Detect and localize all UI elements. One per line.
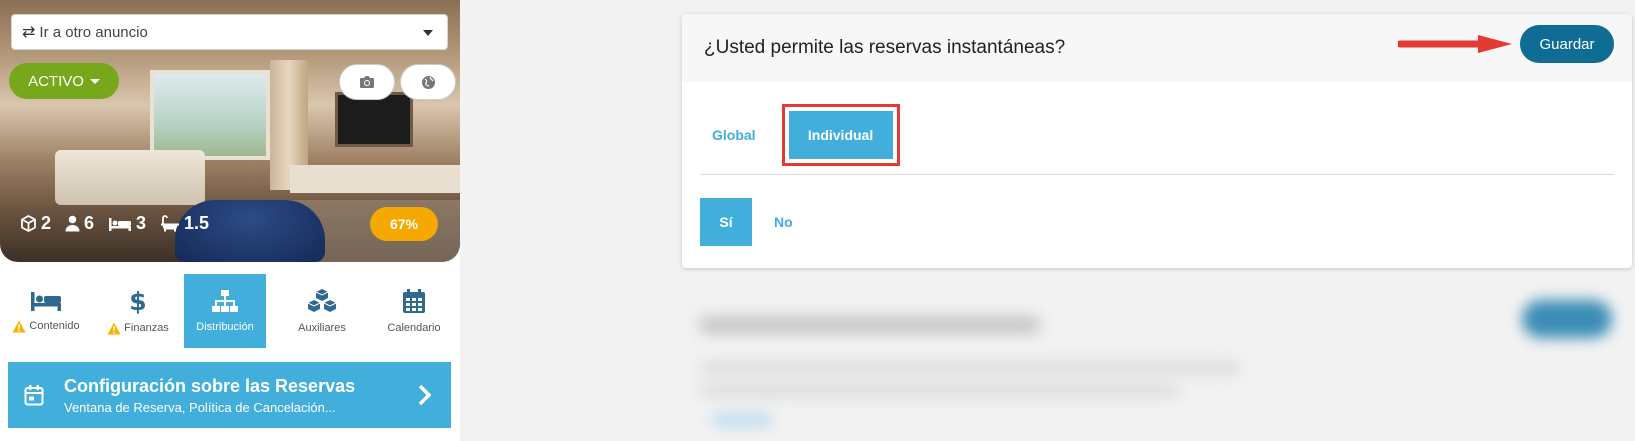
tab-auxiliares-label-wrap: Auxiliares [298,322,346,334]
tab-contenido-label-wrap: Contenido [12,320,80,333]
cube-icon [21,215,36,232]
dollar-icon: $ [129,288,146,314]
blurred-section [672,290,1635,441]
tab-finanzas-label-wrap: Finanzas [107,322,169,335]
blurred-line [700,362,1240,374]
beds-value: 3 [136,213,147,233]
user-icon [65,215,80,232]
tab-finanzas-label: Finanzas [124,322,169,334]
tab-finanzas[interactable]: $ Finanzas [92,274,184,348]
instant-booking-question: ¿Usted permite las reservas instantáneas… [704,37,1066,58]
blurred-button [1522,300,1612,338]
status-label: ACTIVO [28,72,84,90]
svg-text:$: $ [129,288,146,314]
calendar-check-icon [24,385,44,406]
bathtub-icon [161,215,180,232]
photo-window [150,70,270,160]
tab-distribucion[interactable]: Distribución [184,274,266,348]
reservation-settings-subtitle: Ventana de Reserva, Política de Cancelac… [64,399,336,415]
mode-individual-button[interactable]: Individual [788,111,893,159]
beds-stat: 3 [108,213,146,234]
photo-sofa [55,150,205,205]
listing-panel: ⇄ Ir a otro anuncio ACTIVO 2 6 3 1.5 67% [0,0,460,441]
units-value: 2 [41,213,52,233]
calendar-icon [403,289,425,313]
warning-icon [12,320,26,332]
baths-value: 1.5 [184,213,210,233]
mode-global-button[interactable]: Global [704,115,764,155]
reservation-settings-card[interactable]: Configuración sobre las Reservas Ventana… [8,362,451,428]
no-button[interactable]: No [766,202,801,242]
baths-stat: 1.5 [160,213,209,234]
highlight-box: Individual [781,104,900,166]
swap-icon: ⇄ [22,24,36,41]
tab-calendario-label-wrap: Calendario [387,322,440,334]
completion-badge: 67% [370,207,438,241]
reservation-settings-title: Configuración sobre las Reservas [64,375,356,396]
tab-contenido-label: Contenido [29,320,80,332]
blurred-line [700,385,1180,397]
sitemap-icon [212,290,238,312]
red-arrow-annotation [1398,35,1512,53]
tab-auxiliares[interactable]: Auxiliares [276,274,368,348]
chevron-down-icon [423,30,433,36]
map-button[interactable] [400,64,456,100]
divider [700,174,1614,175]
bed-icon [109,217,132,231]
yes-no-toggle: Sí No [700,198,801,246]
photo-tv [335,92,413,147]
listing-selector-label: Ir a otro anuncio [39,23,148,41]
units-stat: 2 [20,213,51,234]
chevron-right-icon [418,384,431,406]
warning-icon [107,322,121,334]
status-dropdown[interactable]: ACTIVO [9,63,119,99]
tab-distribucion-label-wrap: Distribución [196,321,253,333]
photos-button[interactable] [339,64,395,100]
tab-calendario[interactable]: Calendario [368,274,460,348]
cubes-icon [307,289,337,312]
camera-icon [360,76,374,88]
mode-toggle: Global Individual [704,104,900,166]
listing-selector[interactable]: ⇄ Ir a otro anuncio [11,14,448,50]
blurred-line [712,414,772,426]
caret-down-icon [89,78,100,84]
listing-stats: 2 6 3 1.5 [20,213,209,234]
bed-icon [31,291,61,311]
tab-contenido[interactable]: Contenido [0,274,92,348]
blurred-line [700,316,1040,334]
reservation-settings-text: Configuración sobre las Reservas Ventana… [64,376,355,415]
guests-stat: 6 [65,213,94,234]
guests-value: 6 [84,213,95,233]
tab-auxiliares-label: Auxiliares [298,322,346,334]
globe-icon [421,75,435,89]
photo-stand [290,165,460,193]
tab-calendario-label: Calendario [387,322,441,334]
listing-tabs: Contenido $ Finanzas Distribución Auxili… [0,274,460,348]
tab-distribucion-label: Distribución [196,321,254,333]
yes-button[interactable]: Sí [700,198,752,246]
save-button[interactable]: Guardar [1520,25,1614,63]
